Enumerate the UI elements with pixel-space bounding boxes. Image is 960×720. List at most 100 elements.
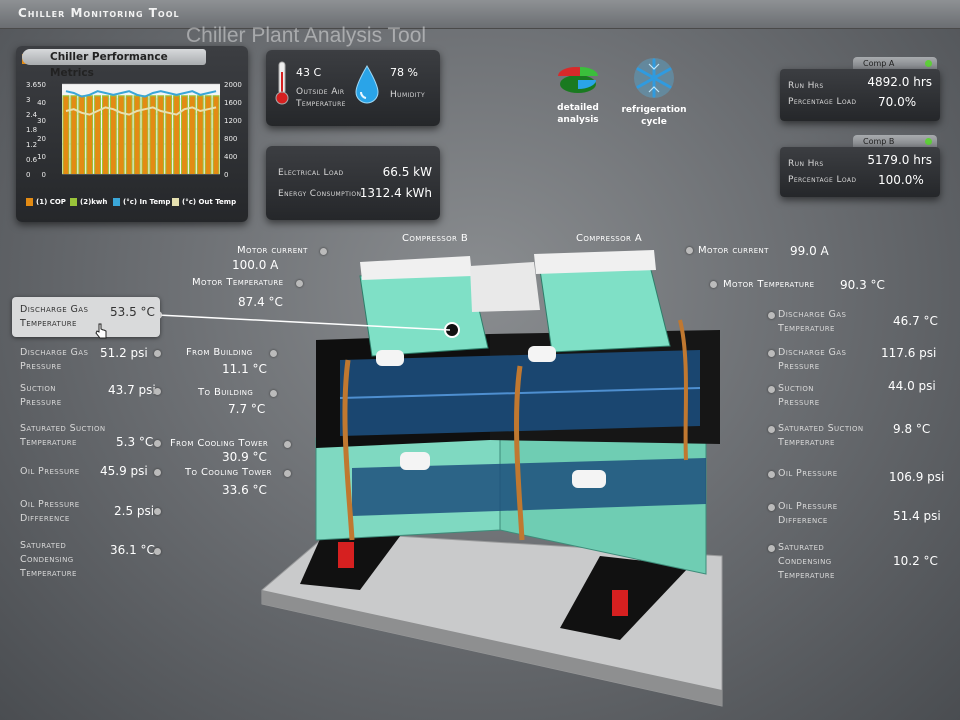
to-building-value: 7.7 °C (228, 402, 266, 416)
outside-temp-value: 43 C (296, 66, 322, 79)
legend-in-temp-label: (°c) In Temp (123, 198, 171, 206)
right-metric-value: 9.8 °C (893, 422, 931, 436)
right-metric-value: 106.9 psi (889, 470, 945, 484)
electrical-load-label: Electrical Load (278, 168, 344, 178)
comp-a-load-label: Percentage Load (788, 97, 857, 107)
chart-right-tick-label: 800 (224, 135, 237, 143)
performance-title: Chiller Performance Metrics (22, 49, 206, 79)
left-metric-discharge-gas-temp[interactable]: Discharge Gas Temperature 53.5 °C (20, 303, 160, 331)
comp-a-run-value: 4892.0 hrs (867, 75, 932, 89)
comp-b-load-label: Percentage Load (788, 175, 857, 185)
chart-bar-cop (158, 96, 164, 174)
metric-dot[interactable] (154, 440, 161, 447)
right-metric-value: 117.6 psi (881, 346, 937, 360)
metric-dot[interactable] (154, 388, 161, 395)
to-building-dot[interactable] (270, 390, 277, 397)
left-metric-label: Oil Pressure (20, 466, 80, 477)
detailed-analysis-button[interactable]: detailed analysis (552, 60, 604, 126)
chart-bar-cop (79, 96, 85, 174)
left-metric-oil-pressure[interactable]: Oil Pressure 45.9 psi (20, 464, 161, 479)
comp-a-motor-temp-label: Motor Temperature (723, 279, 815, 290)
chart-left-tick-label: 0 (26, 171, 30, 179)
metric-dot[interactable] (768, 504, 775, 511)
chart-left-tick-label: 0.6 (26, 156, 38, 164)
right-metric-label: Saturated Condensing Temperature (778, 542, 835, 581)
metric-dot[interactable] (154, 469, 161, 476)
right-metric-label: Discharge Gas Temperature (778, 309, 847, 334)
right-metric-discharge-gas-temp[interactable]: Discharge Gas Temperature 46.7 °C (768, 308, 948, 336)
left-metric-oil-pressure-difference[interactable]: Oil Pressure Difference 2.5 psi (20, 498, 161, 526)
metric-dot[interactable] (768, 545, 775, 552)
legend-cop: (1) COP (26, 198, 66, 206)
metric-dot[interactable] (768, 471, 775, 478)
chart-bar-cop (71, 96, 77, 174)
left-metric-value: 45.9 psi (100, 464, 148, 478)
to-cooling-tower-label: To Cooling Tower (185, 467, 272, 478)
status-led-icon (925, 138, 932, 145)
metric-dot[interactable] (768, 386, 775, 393)
chart-mid-tick-label: 10 (37, 153, 46, 161)
chart-bar-cop (95, 96, 100, 174)
legend-out-temp-label: (°c) Out Temp (182, 198, 237, 206)
tab-comp-b-label: Comp B (863, 137, 895, 146)
from-cooling-tower-dot[interactable] (284, 441, 291, 448)
comp-a-motor-temp-dot[interactable] (710, 281, 717, 288)
right-metric-value: 44.0 psi (888, 379, 936, 393)
refrigeration-cycle-button[interactable]: refrigeration cycle (620, 56, 688, 128)
legend-cop-label: (1) COP (36, 198, 66, 206)
right-metric-oil-pressure-difference[interactable]: Oil Pressure Difference 51.4 psi (768, 500, 948, 528)
to-cooling-tower-dot[interactable] (284, 470, 291, 477)
metric-dot[interactable] (154, 548, 161, 555)
metric-dot[interactable] (768, 426, 775, 433)
chart-left-tick-label: 1.8 (26, 126, 37, 134)
metric-dot[interactable] (154, 508, 161, 515)
chart-mid-tick-label: 40 (37, 99, 46, 107)
metric-dot[interactable] (154, 350, 161, 357)
from-building-label: From Building (186, 347, 253, 358)
left-metric-label: Suction Pressure (20, 383, 62, 408)
right-metric-label: Discharge Gas Pressure (778, 347, 847, 372)
left-metric-label: Saturated Condensing Temperature (20, 540, 77, 579)
left-metric-suction-pressure[interactable]: Suction Pressure 43.7 psi (20, 382, 161, 410)
humidity-drop-icon (355, 65, 379, 104)
detailed-analysis-label: detailed analysis (557, 103, 599, 125)
chart-left-tick-label: 1.2 (26, 141, 37, 149)
left-metric-label: Discharge Gas Pressure (20, 347, 89, 372)
metric-dot[interactable] (768, 312, 775, 319)
left-metric-saturated-suction-temp[interactable]: Saturated Suction Temperature 5.3 °C (20, 422, 161, 450)
from-building-dot[interactable] (270, 350, 277, 357)
chart-bar-cop (134, 96, 140, 174)
metric-dot[interactable] (768, 350, 775, 357)
comp-b-motor-temp-value: 87.4 °C (238, 295, 283, 309)
humidity-label: Humidity (390, 90, 426, 100)
tab-comp-a-label: Comp A (863, 59, 895, 68)
left-metric-saturated-condensing-temp[interactable]: Saturated Condensing Temperature 36.1 °C (20, 539, 161, 581)
comp-b-motor-temp-label: Motor Temperature (192, 277, 284, 288)
to-building-label: To Building (198, 387, 254, 398)
from-cooling-tower-value: 30.9 °C (222, 450, 267, 464)
comp-b-motor-current-dot[interactable] (320, 248, 327, 255)
comp-b-motor-current-label: Motor current (237, 245, 308, 256)
right-metric-discharge-gas-pressure[interactable]: Discharge Gas Pressure 117.6 psi (768, 346, 948, 374)
left-metric-discharge-gas-pressure[interactable]: Discharge Gas Pressure 51.2 psi (20, 346, 161, 374)
left-metric-label: Discharge Gas Temperature (20, 304, 89, 329)
chart-right-tick-label: 1600 (224, 99, 242, 107)
comp-b-run-value: 5179.0 hrs (867, 153, 932, 167)
left-metric-value: 36.1 °C (110, 543, 155, 557)
left-metric-value: 2.5 psi (114, 504, 155, 518)
chart-bar-cop (197, 96, 203, 174)
performance-chart: 3.6 3 2.4 1.8 1.2 0.6 0 50 40 30 20 10 0 2000 1600 1200… (26, 81, 242, 179)
right-metric-oil-pressure[interactable]: Oil Pressure 106.9 psi (768, 467, 948, 484)
right-metric-value: 51.4 psi (893, 509, 941, 523)
chart-bar-cop (63, 96, 69, 174)
right-metric-saturated-suction-temp[interactable]: Saturated Suction Temperature 9.8 °C (768, 422, 948, 450)
comp-a-load-value: 70.0% (878, 95, 917, 109)
left-metric-value: 5.3 °C (116, 435, 154, 449)
left-metric-value: 51.2 psi (100, 346, 148, 360)
right-metric-saturated-condensing-temp[interactable]: Saturated Condensing Temperature 10.2 °C (768, 541, 948, 583)
legend-out-temp: (°c) Out Temp (172, 198, 236, 206)
chart-right-tick-label: 0 (224, 171, 228, 179)
comp-b-motor-temp-dot[interactable] (296, 280, 303, 287)
comp-a-motor-current-dot[interactable] (686, 247, 693, 254)
right-metric-suction-pressure[interactable]: Suction Pressure 44.0 psi (768, 379, 948, 410)
